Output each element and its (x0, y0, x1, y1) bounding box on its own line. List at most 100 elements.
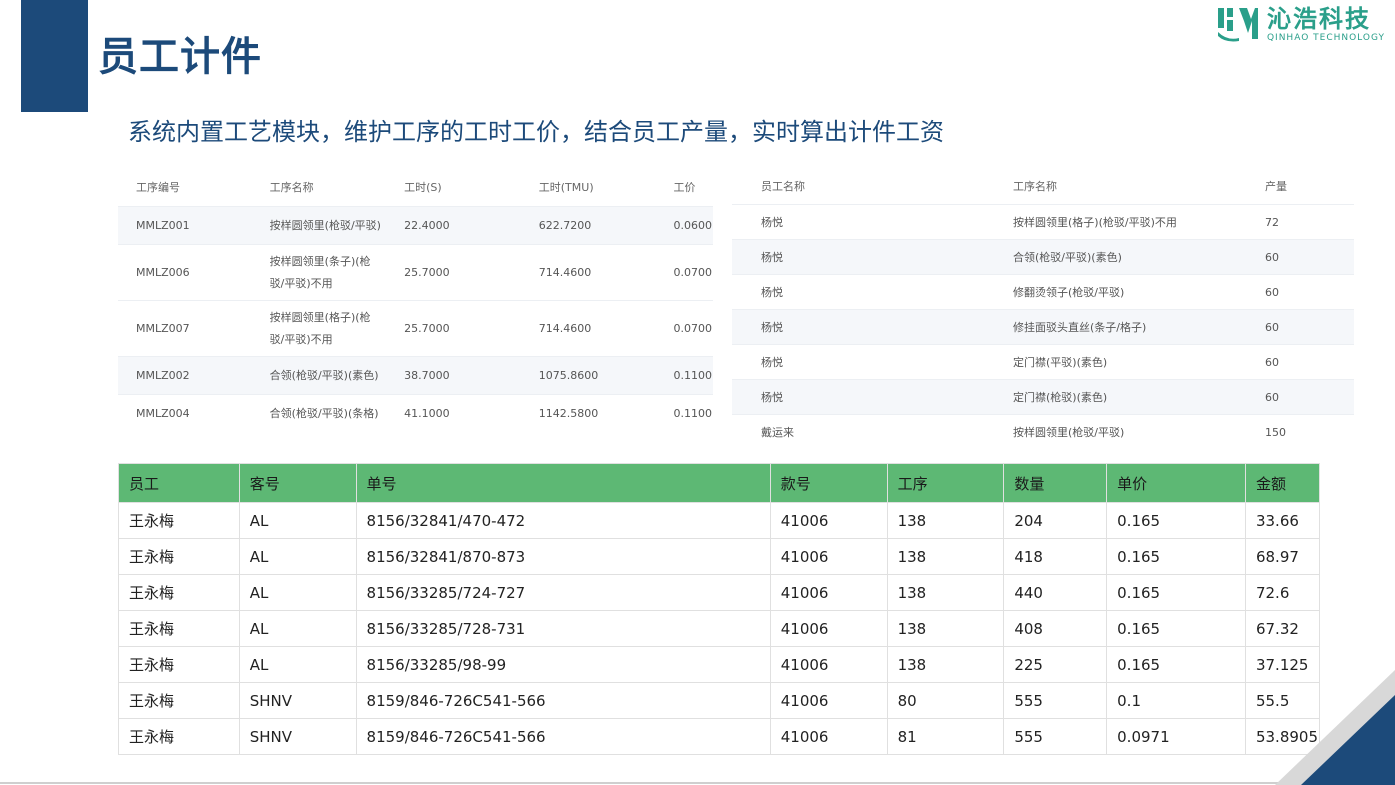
cell: 定门襟(枪驳)(素色) (984, 379, 1236, 415)
cell: MMLZ007 (118, 300, 252, 357)
page-subtitle: 系统内置工艺模块，维护工序的工时工价，结合员工产量，实时算出计件工资 (128, 118, 944, 146)
col-header: 款号 (769, 463, 888, 503)
corner-decoration (1275, 670, 1395, 785)
col-header: 员工名称 (761, 180, 805, 193)
cell: 41006 (769, 682, 888, 719)
cell: 0.1 (1106, 682, 1246, 719)
cell: 60 (1236, 379, 1354, 415)
cell: 72.6 (1244, 574, 1321, 611)
cell: 0.0700 (655, 244, 713, 301)
cell: 33.66 (1244, 502, 1321, 539)
table-row[interactable]: 王永梅 AL 8156/32841/870-873 41006 138 418 … (118, 538, 1321, 575)
cell: 622.7200 (520, 206, 656, 245)
cell: 25.7000 (386, 300, 521, 357)
cell: 204 (1003, 502, 1108, 539)
cell: 714.4600 (520, 244, 656, 301)
table-row[interactable]: 杨悦 定门襟(平驳)(素色) 60 (732, 344, 1354, 380)
table-row[interactable]: MMLZ007 按样圆领里(格子)(枪驳/平驳)不用 25.7000 714.4… (118, 300, 713, 357)
table-row[interactable]: 戴运来 按样圆领里(枪驳/平驳) 150 (732, 414, 1354, 449)
page-title: 员工计件 (98, 34, 262, 80)
table-row[interactable]: 王永梅 SHNV 8159/846-726C541-566 41006 81 5… (118, 718, 1321, 755)
cell: 8156/33285/728-731 (355, 610, 771, 647)
cell: 67.32 (1244, 610, 1321, 647)
col-header: 数量 (1003, 463, 1108, 503)
cell: 王永梅 (118, 646, 240, 683)
cell: 修翻烫领子(枪驳/平驳) (984, 274, 1236, 310)
cell: 0.0600 (655, 206, 713, 245)
cell: 440 (1003, 574, 1108, 611)
col-header: 工序名称 (1013, 180, 1057, 193)
cell: 555 (1003, 718, 1108, 755)
cell: MMLZ002 (118, 356, 252, 395)
cell: 555 (1003, 682, 1108, 719)
cell: AL (238, 502, 357, 539)
cell: 0.165 (1106, 538, 1246, 575)
table-row[interactable]: MMLZ006 按样圆领里(条子)(枪驳/平驳)不用 25.7000 714.4… (118, 244, 713, 301)
table-header-row: 员工 客号 单号 款号 工序 数量 单价 金额 (118, 463, 1321, 503)
cell: 杨悦 (732, 344, 984, 380)
cell: 杨悦 (732, 239, 984, 275)
cell: 68.97 (1244, 538, 1321, 575)
cell: 修挂面驳头直丝(条子/格子) (984, 309, 1236, 345)
table-header-row: 工序编号 工序名称 工时(S) 工时(TMU) 工价 (118, 168, 713, 207)
cell: 25.7000 (386, 244, 521, 301)
col-header: 工时(S) (404, 181, 442, 194)
cell: 138 (886, 646, 1005, 683)
cell: 72 (1236, 204, 1354, 240)
cell: 合领(枪驳/平驳)(条格) (251, 394, 387, 433)
cell: 王永梅 (118, 538, 240, 575)
logo-mark-icon (1217, 8, 1258, 42)
cell: 41006 (769, 610, 888, 647)
cell: 0.165 (1106, 574, 1246, 611)
cell: MMLZ001 (118, 206, 252, 245)
table-row[interactable]: 杨悦 修挂面驳头直丝(条子/格子) 60 (732, 309, 1354, 345)
col-header: 单号 (355, 463, 771, 503)
cell: 41.1000 (386, 394, 521, 433)
table-row[interactable]: MMLZ002 合领(枪驳/平驳)(素色) 38.7000 1075.8600 … (118, 356, 713, 395)
cell: 合领(枪驳/平驳)(素色) (984, 239, 1236, 275)
cell: 王永梅 (118, 682, 240, 719)
cell: 138 (886, 538, 1005, 575)
table-row[interactable]: 王永梅 AL 8156/33285/98-99 41006 138 225 0.… (118, 646, 1321, 683)
cell: 王永梅 (118, 610, 240, 647)
table-row[interactable]: 王永梅 AL 8156/32841/470-472 41006 138 204 … (118, 502, 1321, 539)
cell: AL (238, 646, 357, 683)
col-header: 产量 (1265, 180, 1287, 193)
table-row[interactable]: MMLZ001 按样圆领里(枪驳/平驳) 22.4000 622.7200 0.… (118, 206, 713, 245)
table-row[interactable]: 王永梅 AL 8156/33285/728-731 41006 138 408 … (118, 610, 1321, 647)
cell: 8156/33285/724-727 (355, 574, 771, 611)
cell: 418 (1003, 538, 1108, 575)
cell: 38.7000 (386, 356, 521, 395)
cell: 60 (1236, 309, 1354, 345)
table-row[interactable]: 杨悦 定门襟(枪驳)(素色) 60 (732, 379, 1354, 415)
table-row[interactable]: 杨悦 修翻烫领子(枪驳/平驳) 60 (732, 274, 1354, 310)
cell: 60 (1236, 274, 1354, 310)
cell: 杨悦 (732, 379, 984, 415)
col-header: 工价 (673, 181, 696, 194)
cell: 41006 (769, 646, 888, 683)
cell: 8156/32841/870-873 (355, 538, 771, 575)
table-row[interactable]: 杨悦 合领(枪驳/平驳)(素色) 60 (732, 239, 1354, 275)
cell: SHNV (238, 718, 357, 755)
table-row[interactable]: 杨悦 按样圆领里(格子)(枪驳/平驳)不用 72 (732, 204, 1354, 240)
col-header: 工序 (886, 463, 1005, 503)
cell: 王永梅 (118, 502, 240, 539)
cell: 81 (886, 718, 1005, 755)
table-row[interactable]: 王永梅 AL 8156/33285/724-727 41006 138 440 … (118, 574, 1321, 611)
cell: MMLZ006 (118, 244, 252, 301)
cell: 80 (886, 682, 1005, 719)
cell: MMLZ004 (118, 394, 252, 433)
cell: 按样圆领里(格子)(枪驳/平驳)不用 (251, 300, 387, 357)
cell: 0.0700 (655, 300, 713, 357)
cell: 22.4000 (386, 206, 521, 245)
col-header: 工序名称 (269, 181, 314, 194)
table-row[interactable]: MMLZ004 合领(枪驳/平驳)(条格) 41.1000 1142.5800 … (118, 394, 713, 433)
cell: 150 (1236, 414, 1354, 449)
col-header: 客号 (238, 463, 357, 503)
cell: 138 (886, 502, 1005, 539)
table-row[interactable]: 王永梅 SHNV 8159/846-726C541-566 41006 80 5… (118, 682, 1321, 719)
piece-wage-table: 员工 客号 单号 款号 工序 数量 单价 金额 王永梅 AL 8156/3284… (118, 463, 1321, 755)
cell: 王永梅 (118, 718, 240, 755)
cell: 0.1100 (655, 356, 713, 395)
table-header-row: 员工名称 工序名称 产量 (732, 168, 1354, 205)
